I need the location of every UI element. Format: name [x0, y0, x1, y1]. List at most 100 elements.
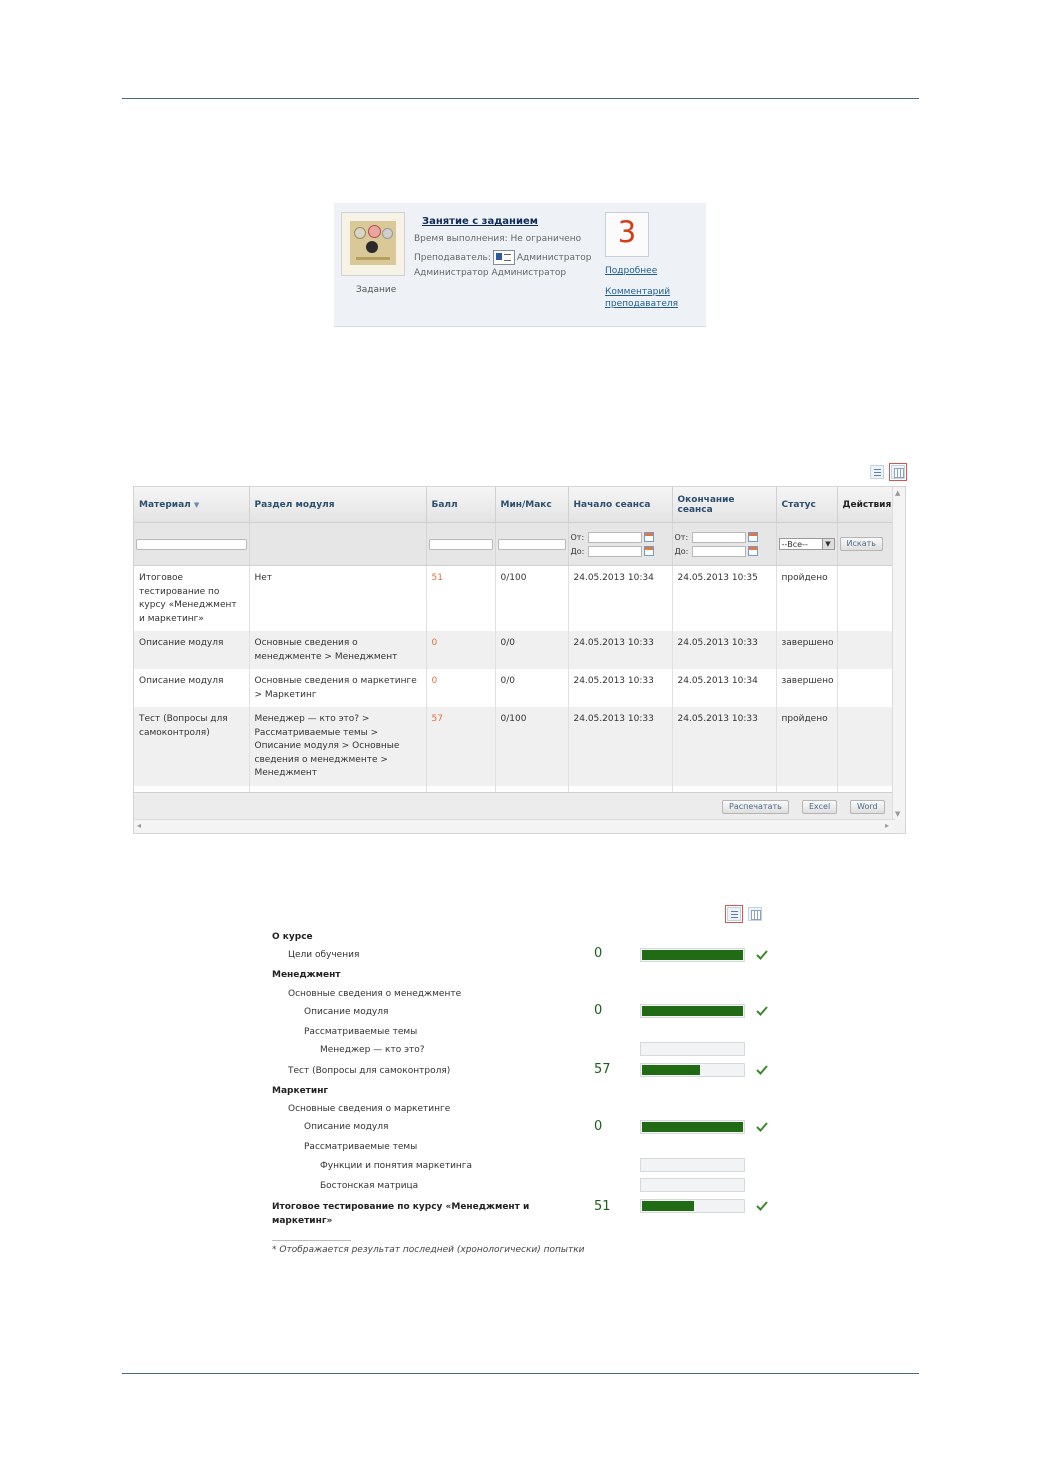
word-button[interactable]: Word [850, 800, 885, 814]
progress-bar [640, 1199, 745, 1213]
column-header-material[interactable]: Материал ▼ [134, 487, 250, 523]
filter-row: От: До: От: До: --Все-- ▼ Искать [134, 522, 895, 566]
scroll-right-icon[interactable]: ▸ [885, 821, 889, 830]
progress-fill [642, 950, 743, 960]
teacher-card-icon[interactable] [492, 250, 515, 265]
progress-bar [640, 1158, 745, 1172]
tree-item[interactable]: Итоговое тестирование по курсу «Менеджме… [272, 1200, 552, 1228]
progress-fill [642, 1065, 700, 1075]
material-filter-input[interactable] [136, 538, 247, 550]
progress-bar [640, 1063, 745, 1077]
cell-status: завершено [776, 669, 838, 707]
end-from-label: От: [674, 532, 689, 542]
cell-status: пройдено [776, 565, 838, 631]
grid-footer: Распечатать Excel Word [134, 792, 894, 821]
cell-material: Описание модуля [134, 631, 250, 669]
details-link[interactable]: Подробнее [605, 265, 657, 277]
print-button[interactable]: Распечатать [722, 800, 789, 814]
start-from-input[interactable] [587, 531, 642, 543]
check-icon [756, 950, 768, 960]
tree-item: Основные сведения о маркетинге [288, 1104, 451, 1114]
bottom-rule [122, 1373, 919, 1374]
column-header-start[interactable]: Начало сеанса [568, 487, 673, 523]
tree-score: 51 [594, 1199, 611, 1214]
cell-actions [837, 565, 895, 631]
teacher-full-name: Администратор Администратор [414, 268, 567, 278]
comment-link-line-2: преподавателя [605, 299, 679, 309]
tree-item: Менеджмент [272, 970, 341, 980]
cell-end: 24.05.2013 10:33 [672, 707, 777, 786]
tree-item[interactable]: Цели обучения [288, 948, 359, 962]
table-row[interactable]: Описание модуля Основные сведения о мене… [134, 631, 895, 669]
score-box: 3 [605, 212, 649, 257]
column-header-section[interactable]: Раздел модуля [249, 487, 427, 523]
cell-section: Основные сведения о маркетинге > Маркети… [249, 669, 427, 707]
lesson-title-link[interactable]: Занятие с заданием [422, 216, 538, 227]
tree-item[interactable]: Описание модуля [304, 1005, 388, 1019]
excel-button[interactable]: Excel [802, 800, 838, 814]
calendar-icon[interactable] [747, 532, 758, 542]
start-from-label: От: [570, 532, 585, 542]
horizontal-scrollbar[interactable]: ◂ ▸ [134, 819, 895, 833]
tree-item[interactable]: Менеджер — кто это? [320, 1043, 425, 1057]
tree-item: Основные сведения о менеджменте [288, 989, 462, 999]
column-header-end[interactable]: Окончание сеанса [672, 487, 777, 523]
table-row[interactable]: Тест (Вопросы для самоконтроля) Менеджер… [134, 707, 895, 786]
progress-fill [642, 1201, 694, 1211]
vertical-scrollbar[interactable]: ▲ ▼ [892, 487, 905, 820]
tree-item[interactable]: Бостонская матрица [320, 1179, 418, 1193]
progress-bar [640, 948, 745, 962]
teacher-line: Преподаватель: Администратор [414, 250, 591, 265]
column-header-minmax[interactable]: Мин/Макс [495, 487, 569, 523]
cell-end: 24.05.2013 10:33 [672, 631, 777, 669]
column-header-score[interactable]: Балл [426, 487, 496, 523]
tree-item: Рассматриваемые темы [304, 1142, 418, 1152]
score-value: 3 [617, 215, 637, 249]
cell-score: 0 [426, 669, 496, 707]
scroll-left-icon[interactable]: ◂ [137, 821, 141, 830]
teacher-comment-link[interactable]: Комментарий преподавателя [605, 286, 678, 310]
list-view-icon[interactable] [725, 905, 743, 923]
tree-item[interactable]: Описание модуля [304, 1120, 388, 1134]
cell-end: 24.05.2013 10:35 [672, 565, 777, 631]
cell-minmax: 0/100 [495, 565, 569, 631]
score-filter-input[interactable] [428, 538, 493, 550]
check-icon [756, 1065, 768, 1075]
cell-actions [837, 669, 895, 707]
search-button[interactable]: Искать [839, 537, 883, 551]
minmax-filter-input[interactable] [497, 538, 566, 550]
status-filter-select[interactable]: --Все-- ▼ [778, 538, 835, 550]
lesson-card: Задание Занятие с заданием Время выполне… [334, 203, 706, 327]
list-view-icon[interactable] [870, 465, 884, 479]
chevron-down-icon: ▼ [821, 539, 834, 549]
progress-fill [642, 1006, 743, 1016]
teacher-name[interactable]: Администратор [517, 253, 592, 263]
end-to-input[interactable] [691, 545, 746, 557]
table-view-icon[interactable] [748, 907, 762, 921]
cell-actions [837, 707, 895, 786]
cell-start: 24.05.2013 10:33 [568, 631, 673, 669]
scroll-up-icon[interactable]: ▲ [895, 489, 900, 497]
sort-desc-icon[interactable]: ▼ [194, 501, 199, 509]
teacher-label: Преподаватель: [414, 253, 491, 263]
start-to-input[interactable] [587, 545, 642, 557]
calendar-icon[interactable] [747, 546, 758, 556]
cell-start: 24.05.2013 10:34 [568, 565, 673, 631]
tree-item[interactable]: Функции и понятия маркетинга [320, 1159, 472, 1173]
calendar-icon[interactable] [643, 532, 654, 542]
cell-start: 24.05.2013 10:33 [568, 669, 673, 707]
lesson-thumbnail[interactable] [341, 212, 405, 276]
end-from-input[interactable] [691, 531, 746, 543]
start-to-label: До: [570, 546, 585, 556]
table-row[interactable]: Описание модуля Основные сведения о марк… [134, 669, 895, 707]
table-row[interactable]: Итоговое тестирование по курсу «Менеджме… [134, 565, 895, 631]
scroll-down-icon[interactable]: ▼ [895, 810, 900, 818]
cell-minmax: 0/100 [495, 707, 569, 786]
cell-material: Итоговое тестирование по курсу «Менеджме… [134, 565, 250, 631]
calendar-icon[interactable] [643, 546, 654, 556]
column-header-status[interactable]: Статус [776, 487, 838, 523]
table-view-icon[interactable] [889, 463, 907, 481]
check-icon [756, 1122, 768, 1132]
tree-item[interactable]: Тест (Вопросы для самоконтроля) [288, 1064, 450, 1078]
cell-section: Нет [249, 565, 427, 631]
